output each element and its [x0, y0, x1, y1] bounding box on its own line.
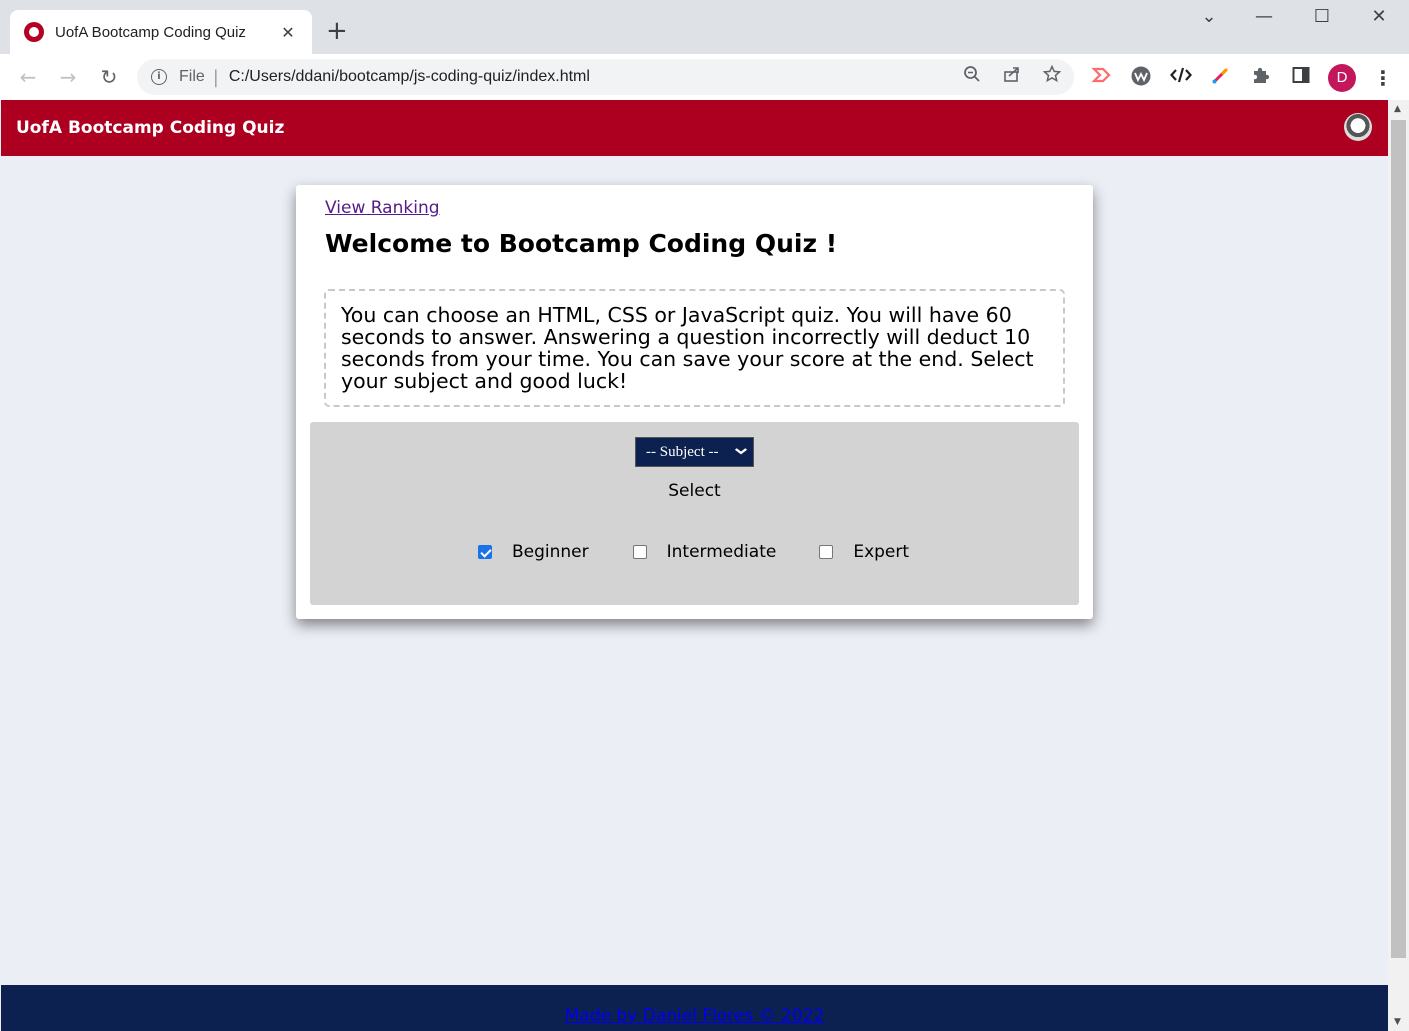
vertical-scrollbar[interactable]: ▲ ▼	[1388, 100, 1409, 1031]
scroll-up-arrow-icon[interactable]: ▲	[1394, 104, 1401, 114]
site-footer: Made by Daniel Flores © 2022	[1, 985, 1388, 1031]
expert-checkbox[interactable]	[819, 545, 834, 559]
reload-button[interactable]: ↻	[96, 64, 122, 90]
close-tab-icon[interactable]: ✕	[278, 23, 298, 42]
favicon-icon	[24, 22, 44, 42]
intermediate-label: Intermediate	[666, 542, 777, 562]
bookmark-star-icon[interactable]	[1040, 64, 1064, 89]
forward-button[interactable]: →	[55, 64, 81, 90]
browser-menu-icon[interactable]: ⋮	[1370, 65, 1396, 91]
profile-avatar[interactable]: D	[1328, 64, 1356, 92]
quiz-controls: -- Subject -- Select Beginner Intermedia…	[310, 422, 1079, 605]
back-button[interactable]: ←	[15, 64, 41, 90]
cast-extension-icon[interactable]	[1088, 65, 1114, 91]
view-ranking-link[interactable]: View Ranking	[325, 198, 440, 218]
expert-label: Expert	[853, 542, 910, 562]
dog-avatar-icon	[1344, 113, 1372, 141]
subject-select-value: -- Subject --	[646, 443, 719, 460]
browser-toolbar: ← → ↻ i File | C:/Users/ddani/bootcamp/j…	[0, 54, 1409, 100]
share-icon[interactable]	[1000, 65, 1024, 89]
select-button-label[interactable]: Select	[310, 481, 1079, 501]
scheme-label: File	[179, 68, 205, 85]
browser-tabstrip: UofA Bootcamp Coding Quiz ✕ + ⌄ — ☐ ✕	[0, 0, 1409, 54]
subject-select[interactable]: -- Subject --	[635, 437, 754, 467]
chevron-down-icon	[734, 444, 748, 459]
tab-search-icon[interactable]: ⌄	[1194, 6, 1224, 27]
wappalyzer-icon[interactable]	[1128, 65, 1154, 91]
difficulty-levels: Beginner Intermediate Expert	[478, 542, 909, 562]
beginner-label: Beginner	[512, 542, 589, 562]
side-panel-icon[interactable]	[1288, 65, 1314, 91]
quiz-start-card: View Ranking Welcome to Bootcamp Coding …	[296, 185, 1093, 619]
scheme-separator: |	[212, 66, 219, 88]
page-viewport: UofA Bootcamp Coding Quiz View Ranking W…	[0, 100, 1409, 1031]
instructions-text: You can choose an HTML, CSS or JavaScrip…	[324, 289, 1065, 407]
browser-tab[interactable]: UofA Bootcamp Coding Quiz ✕	[10, 10, 312, 54]
scroll-down-arrow-icon[interactable]: ▼	[1394, 1017, 1401, 1027]
close-window-button[interactable]: ✕	[1364, 6, 1394, 27]
scrollbar-thumb[interactable]	[1391, 120, 1406, 958]
tab-title: UofA Bootcamp Coding Quiz	[55, 23, 246, 41]
site-title: UofA Bootcamp Coding Quiz	[16, 118, 285, 138]
footer-credit-link[interactable]: Made by Daniel Flores © 2022	[565, 1006, 825, 1026]
beginner-checkbox[interactable]	[478, 545, 492, 559]
welcome-heading: Welcome to Bootcamp Coding Quiz !	[325, 229, 838, 258]
colorpick-icon[interactable]	[1208, 65, 1234, 91]
puzzle-icon[interactable]	[1248, 65, 1274, 91]
new-tab-button[interactable]: +	[326, 17, 348, 45]
info-icon[interactable]: i	[151, 69, 167, 85]
minimize-button[interactable]: —	[1249, 6, 1279, 27]
intermediate-checkbox[interactable]	[632, 545, 647, 559]
url-text[interactable]: C:/Users/ddani/bootcamp/js-coding-quiz/i…	[229, 68, 590, 86]
devtools-extension-icon[interactable]	[1168, 65, 1194, 91]
address-bar[interactable]: i File | C:/Users/ddani/bootcamp/js-codi…	[137, 59, 1074, 95]
zoom-icon[interactable]	[960, 65, 984, 89]
site-header: UofA Bootcamp Coding Quiz	[1, 100, 1388, 156]
maximize-button[interactable]: ☐	[1307, 6, 1337, 27]
